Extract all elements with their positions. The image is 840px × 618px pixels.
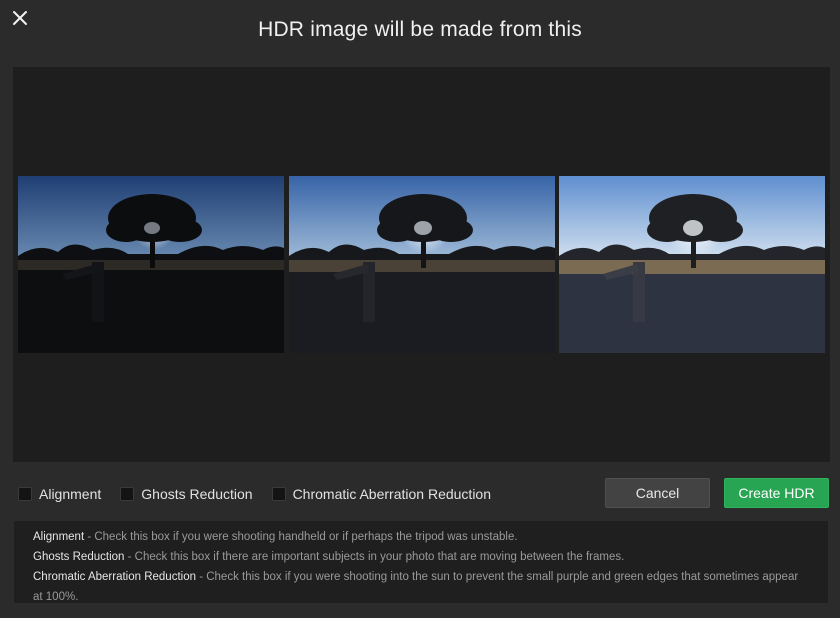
bracket-frame-2[interactable]: [289, 176, 555, 353]
ghosts-reduction-label: Ghosts Reduction: [141, 486, 253, 502]
alignment-checkbox-box[interactable]: [18, 487, 32, 501]
help-alignment: Alignment - Check this box if you were s…: [33, 531, 518, 543]
alignment-checkbox[interactable]: Alignment: [18, 486, 101, 502]
help-panel: Alignment - Check this box if you were s…: [14, 521, 828, 603]
ghosts-reduction-checkbox[interactable]: Ghosts Reduction: [120, 486, 253, 502]
chromatic-aberration-label: Chromatic Aberration Reduction: [292, 486, 491, 502]
alignment-label: Alignment: [39, 486, 102, 502]
help-chromatic: Chromatic Aberration Reduction - Check t…: [33, 571, 799, 603]
help-ghosts: Ghosts Reduction - Check this box if the…: [33, 551, 625, 563]
ghosts-reduction-checkbox-box[interactable]: [120, 487, 135, 501]
cancel-button[interactable]: Cancel: [605, 478, 710, 508]
chromatic-aberration-checkbox-box[interactable]: [271, 487, 286, 501]
chromatic-aberration-checkbox[interactable]: Chromatic Aberration Reduction: [271, 486, 491, 502]
bracket-frame-3[interactable]: [559, 176, 825, 353]
dialog-title: HDR image will be made from this: [258, 18, 582, 41]
options-row: Alignment Ghosts Reduction Chromatic Abe…: [18, 480, 510, 508]
create-hdr-button[interactable]: Create HDR: [724, 478, 829, 508]
bracket-frame-1[interactable]: [18, 176, 284, 353]
preview-area: [13, 67, 830, 462]
